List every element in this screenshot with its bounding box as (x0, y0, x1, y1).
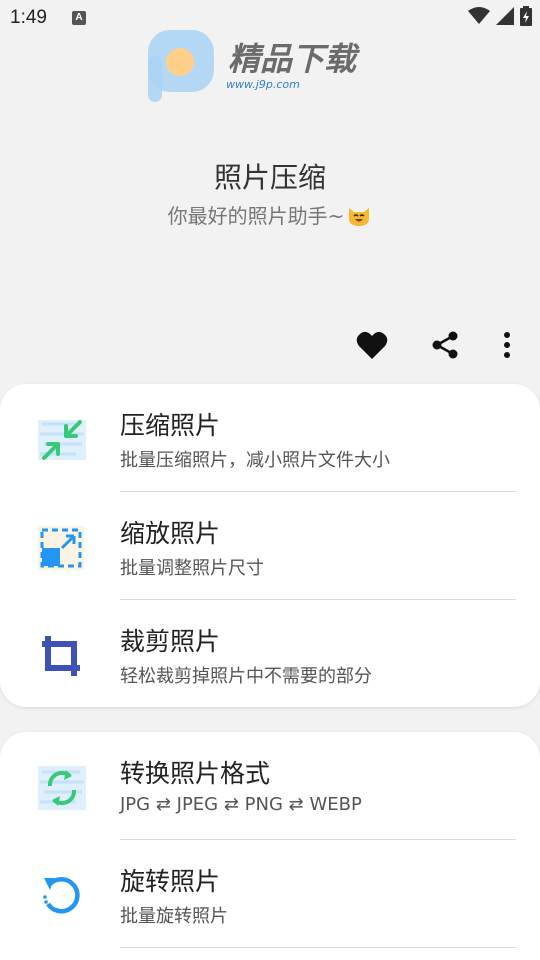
app-subtitle: 你最好的照片助手~ (0, 200, 540, 229)
cell-signal-icon (496, 7, 514, 25)
watermark-logo: 精品下载 www.j9p.com (144, 26, 380, 104)
feature-title: 旋转照片 (120, 867, 221, 896)
feature-row-resize[interactable]: 缩放照片 批量调整照片尺寸 (0, 492, 540, 600)
watermark-graphic: 精品下载 www.j9p.com (148, 30, 361, 102)
feature-description: 批量调整照片尺寸 (120, 558, 264, 579)
feature-description: JPG ⇄ JPEG ⇄ PNG ⇄ WEBP (120, 794, 362, 815)
feature-description: 批量压缩照片，减小照片文件大小 (120, 450, 390, 471)
convert-icon (38, 766, 86, 810)
cat-emoji-icon (349, 208, 370, 226)
favorite-button[interactable] (355, 328, 389, 362)
feature-card-secondary: 转换照片格式 JPG ⇄ JPEG ⇄ PNG ⇄ WEBP 旋转照片 批量旋转… (0, 732, 540, 960)
app-title: 照片压缩 (213, 161, 326, 194)
app-subtitle-text: 你最好的照片助手~ (167, 204, 345, 228)
share-icon (432, 331, 458, 359)
crop-icon (42, 636, 80, 676)
compress-icon (38, 420, 86, 460)
notification-icon: A (72, 11, 86, 25)
feature-title: 裁剪照片 (120, 627, 221, 656)
watermark-url: www.j9p.com (226, 78, 300, 91)
feature-description: 批量旋转照片 (120, 906, 228, 927)
resize-icon (38, 526, 84, 570)
feature-card-primary: 压缩照片 批量压缩照片，减小照片文件大小 缩放照片 批量调整照片尺寸 裁剪照片 … (0, 384, 540, 707)
battery-icon (520, 6, 532, 26)
feature-row-crop[interactable]: 裁剪照片 轻松裁剪掉照片中不需要的部分 (0, 600, 540, 708)
heart-icon (356, 331, 388, 359)
divider (120, 947, 516, 948)
wifi-icon (468, 7, 490, 24)
more-options-button[interactable] (490, 328, 524, 362)
feature-title: 缩放照片 (120, 519, 221, 548)
feature-row-compress[interactable]: 压缩照片 批量压缩照片，减小照片文件大小 (0, 384, 540, 492)
share-button[interactable] (428, 328, 462, 362)
feature-row-convert[interactable]: 转换照片格式 JPG ⇄ JPEG ⇄ PNG ⇄ WEBP (0, 732, 540, 840)
rotate-icon (43, 877, 80, 914)
watermark-brand: 精品下载 (228, 40, 361, 78)
status-time: 1:49 (10, 7, 47, 28)
feature-description: 轻松裁剪掉照片中不需要的部分 (120, 666, 372, 687)
status-icons (468, 6, 532, 26)
feature-title: 转换照片格式 (120, 759, 271, 788)
feature-row-rotate[interactable]: 旋转照片 批量旋转照片 (0, 840, 540, 948)
feature-title: 压缩照片 (120, 411, 221, 440)
more-vert-icon (504, 332, 510, 358)
